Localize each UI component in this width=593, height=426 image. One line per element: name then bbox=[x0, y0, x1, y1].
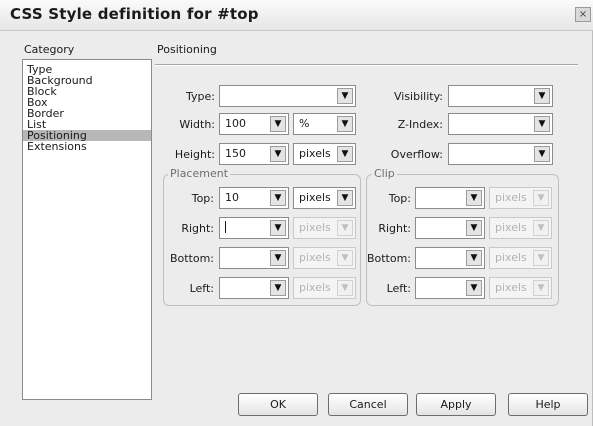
clip-bottom-unit-select[interactable]: pixels ▼ bbox=[489, 247, 552, 269]
overflow-select[interactable]: ▼ bbox=[448, 143, 553, 165]
clip-bottom-label: Bottom: bbox=[366, 252, 411, 265]
ok-button[interactable]: OK bbox=[238, 393, 318, 416]
chevron-down-icon[interactable]: ▼ bbox=[337, 220, 353, 236]
window-title: CSS Style definition for #top bbox=[10, 5, 259, 23]
clip-top-unit-select[interactable]: pixels ▼ bbox=[489, 187, 552, 209]
text-caret bbox=[225, 221, 226, 233]
chevron-down-icon[interactable]: ▼ bbox=[533, 280, 549, 296]
placement-top-unit: pixels bbox=[299, 191, 331, 204]
clip-legend: Clip bbox=[372, 167, 397, 180]
chevron-down-icon[interactable]: ▼ bbox=[533, 220, 549, 236]
chevron-down-icon[interactable]: ▼ bbox=[466, 250, 482, 266]
width-unit: % bbox=[299, 117, 310, 130]
type-label: Type: bbox=[186, 90, 215, 103]
clip-top-label: Top: bbox=[388, 192, 411, 205]
zindex-input[interactable]: ▼ bbox=[448, 113, 553, 135]
cancel-button[interactable]: Cancel bbox=[328, 393, 408, 416]
clip-left-unit: pixels bbox=[495, 281, 527, 294]
chevron-down-icon[interactable]: ▼ bbox=[270, 116, 286, 132]
placement-left-input[interactable]: ▼ bbox=[219, 277, 289, 299]
chevron-down-icon[interactable]: ▼ bbox=[534, 146, 550, 162]
chevron-down-icon[interactable]: ▼ bbox=[337, 88, 353, 104]
width-value: 100 bbox=[225, 117, 246, 130]
panel-divider bbox=[155, 64, 578, 66]
clip-right-unit-select[interactable]: pixels ▼ bbox=[489, 217, 552, 239]
clip-left-unit-select[interactable]: pixels ▼ bbox=[489, 277, 552, 299]
overflow-label: Overflow: bbox=[390, 148, 443, 161]
chevron-down-icon[interactable]: ▼ bbox=[270, 250, 286, 266]
placement-right-label: Right: bbox=[181, 222, 214, 235]
placement-left-label: Left: bbox=[189, 282, 214, 295]
chevron-down-icon[interactable]: ▼ bbox=[270, 146, 286, 162]
placement-bottom-unit: pixels bbox=[299, 251, 331, 264]
chevron-down-icon[interactable]: ▼ bbox=[337, 190, 353, 206]
chevron-down-icon[interactable]: ▼ bbox=[534, 88, 550, 104]
chevron-down-icon[interactable]: ▼ bbox=[466, 220, 482, 236]
placement-top-label: Top: bbox=[191, 192, 214, 205]
clip-right-unit: pixels bbox=[495, 221, 527, 234]
clip-bottom-unit: pixels bbox=[495, 251, 527, 264]
chevron-down-icon[interactable]: ▼ bbox=[270, 190, 286, 206]
chevron-down-icon[interactable]: ▼ bbox=[337, 116, 353, 132]
placement-top-value: 10 bbox=[225, 191, 239, 204]
height-unit: pixels bbox=[299, 147, 331, 160]
visibility-label: Visibility: bbox=[393, 90, 443, 103]
category-list[interactable]: Type Background Block Box Border List Po… bbox=[22, 59, 152, 400]
panel-title: Positioning bbox=[157, 43, 217, 56]
width-input[interactable]: 100 ▼ bbox=[219, 113, 289, 135]
chevron-down-icon[interactable]: ▼ bbox=[337, 146, 353, 162]
height-label: Height: bbox=[174, 148, 215, 161]
height-value: 150 bbox=[225, 147, 246, 160]
placement-right-unit: pixels bbox=[299, 221, 331, 234]
placement-top-input[interactable]: 10 ▼ bbox=[219, 187, 289, 209]
category-item-extensions[interactable]: Extensions bbox=[23, 141, 151, 152]
width-unit-select[interactable]: % ▼ bbox=[293, 113, 356, 135]
visibility-select[interactable]: ▼ bbox=[448, 85, 553, 107]
zindex-label: Z-Index: bbox=[397, 118, 443, 131]
chevron-down-icon[interactable]: ▼ bbox=[466, 280, 482, 296]
chevron-down-icon[interactable]: ▼ bbox=[466, 190, 482, 206]
height-unit-select[interactable]: pixels ▼ bbox=[293, 143, 356, 165]
clip-left-input[interactable]: ▼ bbox=[415, 277, 485, 299]
placement-right-input[interactable]: ▼ bbox=[219, 217, 289, 239]
chevron-down-icon[interactable]: ▼ bbox=[337, 280, 353, 296]
chevron-down-icon[interactable]: ▼ bbox=[533, 190, 549, 206]
clip-right-input[interactable]: ▼ bbox=[415, 217, 485, 239]
placement-bottom-input[interactable]: ▼ bbox=[219, 247, 289, 269]
clip-top-unit: pixels bbox=[495, 191, 527, 204]
placement-bottom-unit-select[interactable]: pixels ▼ bbox=[293, 247, 356, 269]
help-button[interactable]: Help bbox=[508, 393, 588, 416]
placement-left-unit-select[interactable]: pixels ▼ bbox=[293, 277, 356, 299]
chevron-down-icon[interactable]: ▼ bbox=[270, 220, 286, 236]
placement-legend: Placement bbox=[168, 167, 231, 180]
clip-left-label: Left: bbox=[386, 282, 411, 295]
chevron-down-icon[interactable]: ▼ bbox=[337, 250, 353, 266]
clip-top-input[interactable]: ▼ bbox=[415, 187, 485, 209]
apply-button[interactable]: Apply bbox=[416, 393, 496, 416]
placement-top-unit-select[interactable]: pixels ▼ bbox=[293, 187, 356, 209]
clip-right-label: Right: bbox=[378, 222, 411, 235]
placement-bottom-label: Bottom: bbox=[169, 252, 214, 265]
placement-left-unit: pixels bbox=[299, 281, 331, 294]
width-label: Width: bbox=[179, 118, 215, 131]
height-input[interactable]: 150 ▼ bbox=[219, 143, 289, 165]
type-select[interactable]: ▼ bbox=[219, 85, 356, 107]
chevron-down-icon[interactable]: ▼ bbox=[270, 280, 286, 296]
placement-right-unit-select[interactable]: pixels ▼ bbox=[293, 217, 356, 239]
chevron-down-icon[interactable]: ▼ bbox=[533, 250, 549, 266]
chevron-down-icon[interactable]: ▼ bbox=[534, 116, 550, 132]
close-icon[interactable]: × bbox=[575, 7, 591, 22]
clip-bottom-input[interactable]: ▼ bbox=[415, 247, 485, 269]
category-header: Category bbox=[24, 43, 75, 56]
